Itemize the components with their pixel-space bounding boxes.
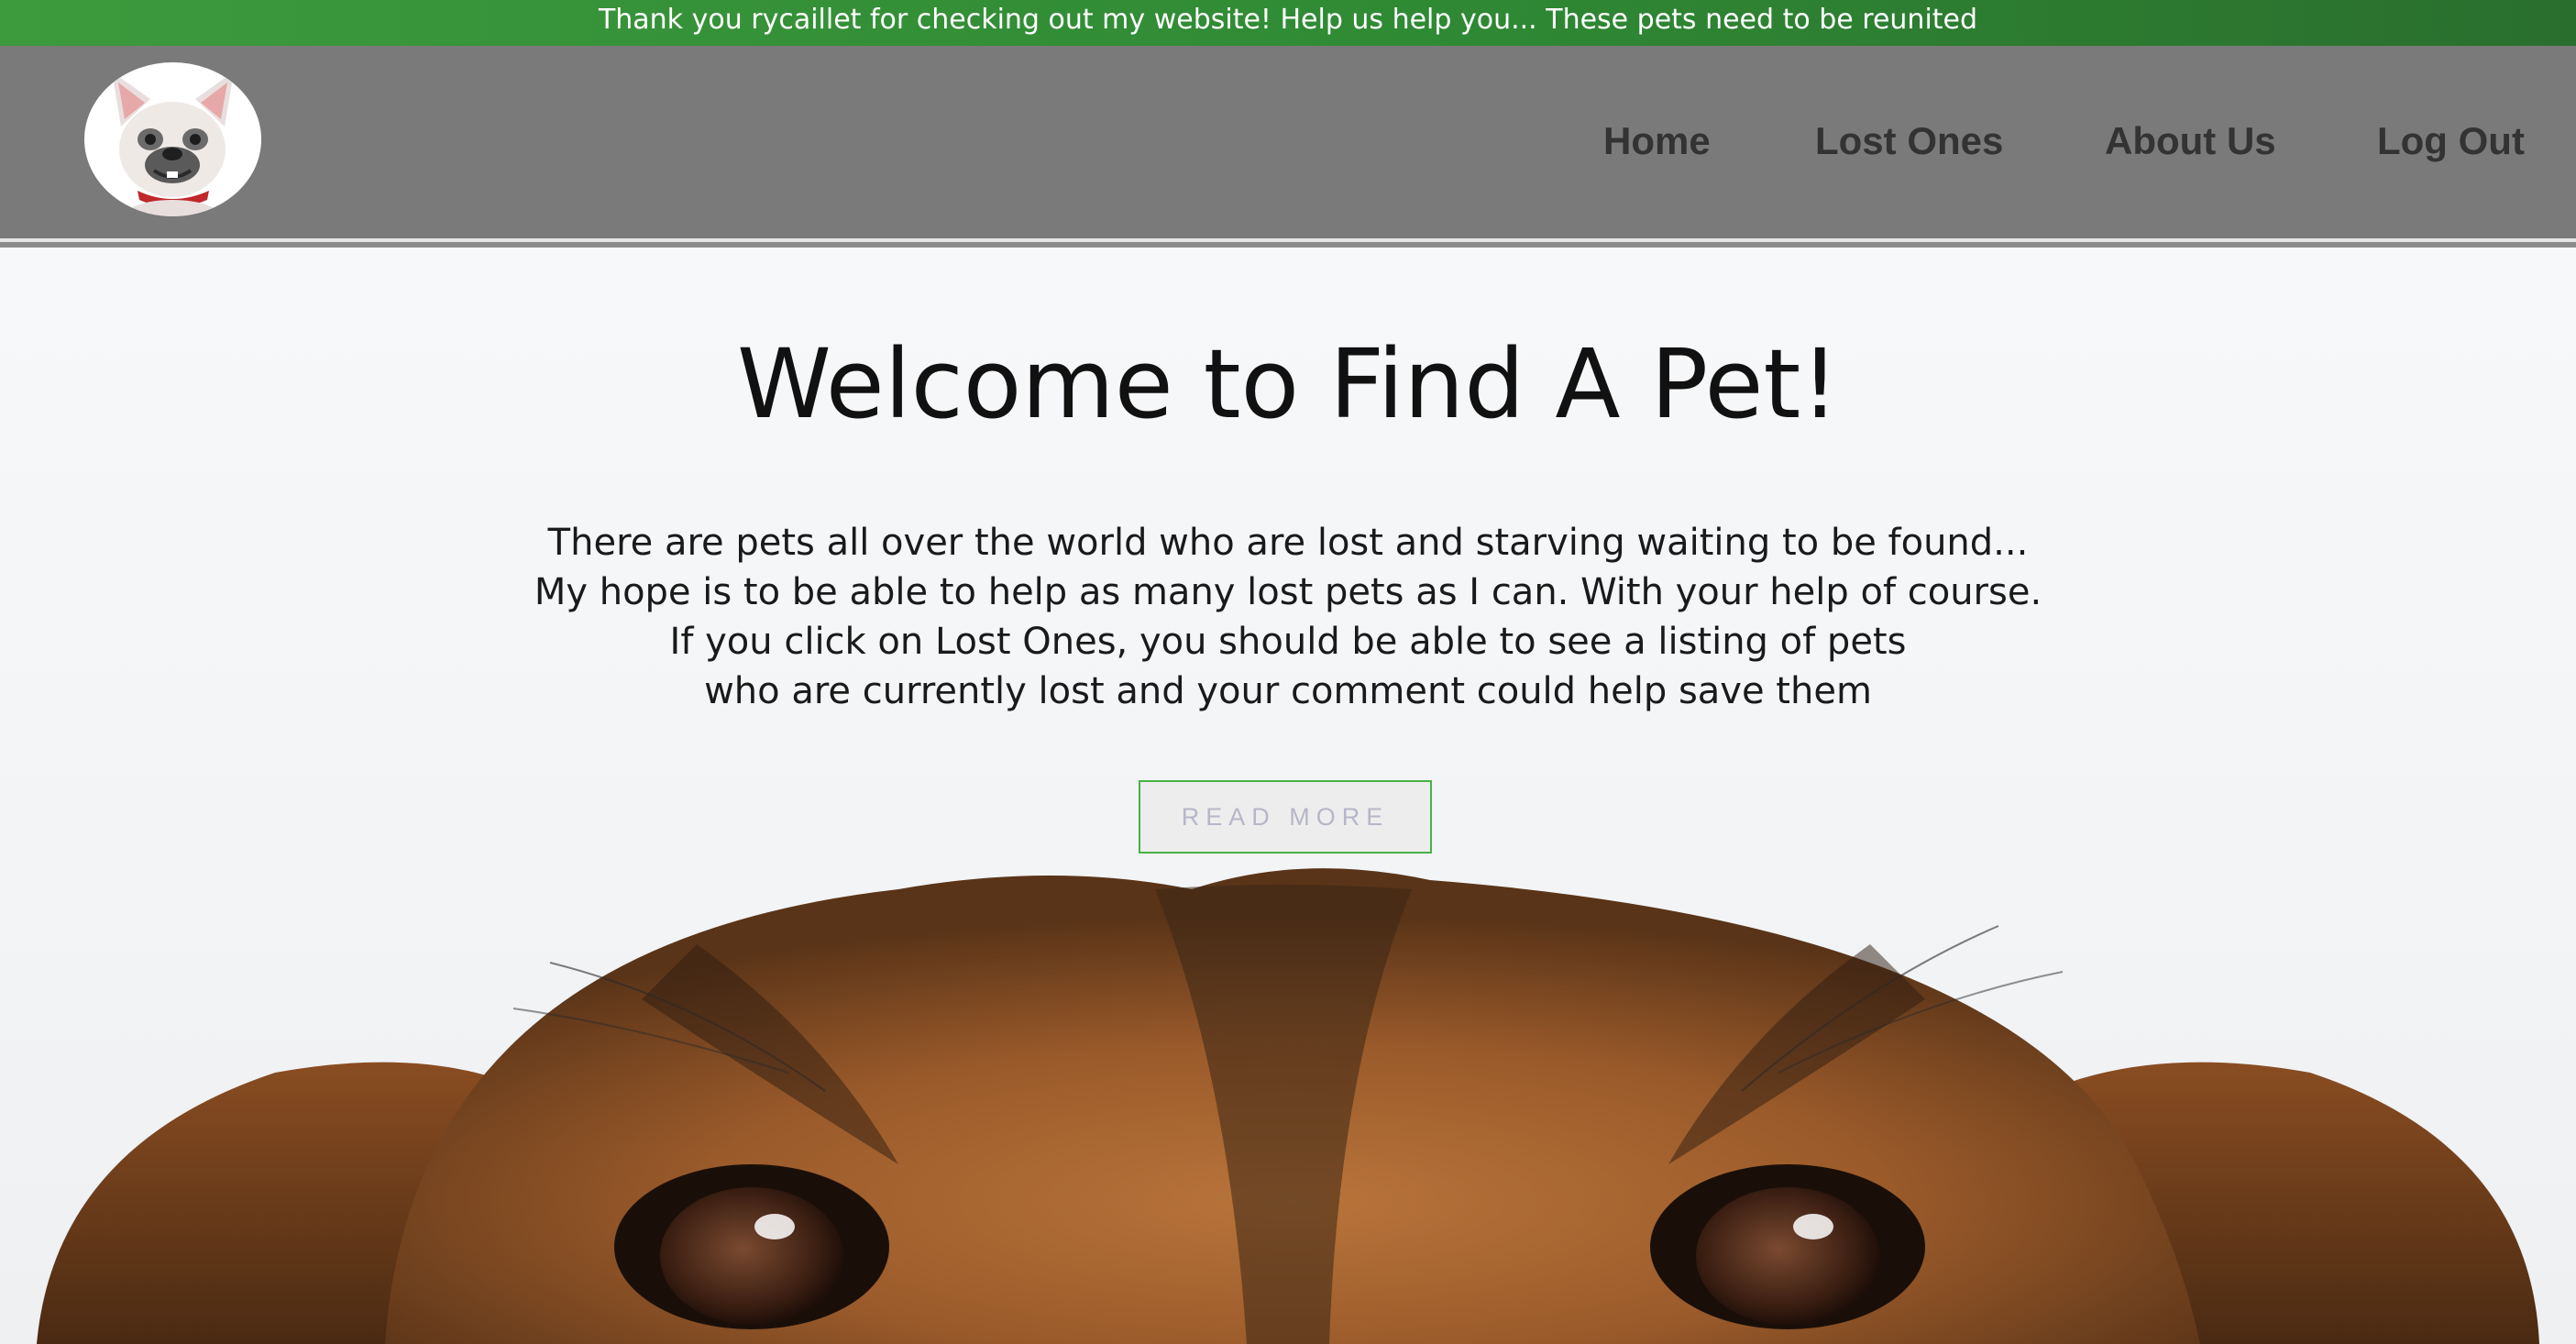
hero-line: If you click on Lost Ones, you should be… — [669, 621, 1907, 663]
hero-line: There are pets all over the world who ar… — [547, 522, 2029, 564]
nav-lost-ones[interactable]: Lost Ones — [1815, 119, 2003, 163]
nav-about-us[interactable]: About Us — [2105, 119, 2276, 163]
page: Thank you rycaillet for checking out my … — [0, 0, 2576, 1344]
nav-home[interactable]: Home — [1603, 119, 1711, 163]
banner-text: Thank you rycaillet for checking out my … — [598, 4, 1978, 36]
hero-line: who are currently lost and your comment … — [704, 670, 1872, 712]
page-title: Welcome to Find A Pet! — [736, 328, 1840, 440]
read-more-button[interactable]: READ MORE — [1139, 780, 1432, 854]
hero-section: Welcome to Find A Pet! There are pets al… — [0, 248, 2576, 1344]
french-bulldog-logo-icon[interactable] — [84, 62, 261, 216]
welcome-banner: Thank you rycaillet for checking out my … — [0, 0, 2576, 46]
hero-description: There are pets all over the world who ar… — [463, 518, 2113, 716]
hero-line: My hope is to be able to help as many lo… — [534, 571, 2042, 613]
nav-log-out[interactable]: Log Out — [2377, 119, 2525, 163]
